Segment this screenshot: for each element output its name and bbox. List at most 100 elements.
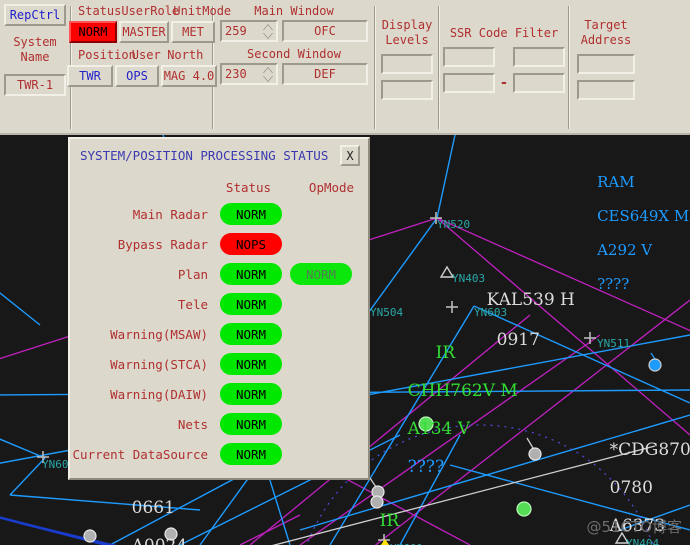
- main-window-arrows[interactable]: [260, 22, 276, 40]
- status-badge[interactable]: NORM: [220, 293, 282, 315]
- main-window-value[interactable]: 259: [222, 22, 260, 40]
- status-badge[interactable]: NORM: [220, 353, 282, 375]
- waypoint-label-yn404[interactable]: YN404: [626, 537, 659, 545]
- target-address-field-2[interactable]: [577, 80, 635, 100]
- system-name-value[interactable]: TWR-1: [4, 74, 66, 96]
- ssr-field-a1[interactable]: [442, 47, 495, 67]
- status-row-main-radar: Main Radar NORM: [70, 203, 368, 225]
- track-line: IR: [435, 343, 456, 363]
- status-badge[interactable]: NORM: [220, 263, 282, 285]
- north-value-button[interactable]: MAG 4.0: [161, 65, 217, 87]
- row-label: Warning(MSAW): [110, 326, 208, 342]
- second-window-stepper[interactable]: 230: [220, 63, 278, 85]
- status-value-button[interactable]: NORM: [69, 21, 117, 43]
- opmode-badge: [290, 293, 352, 315]
- column-header-opmode: OpMode: [308, 180, 355, 195]
- row-label: Warning(DAIW): [110, 386, 208, 402]
- system-name-label: System Name: [13, 35, 57, 64]
- second-window-value[interactable]: 230: [222, 65, 260, 83]
- track-line: A292 V: [597, 241, 653, 259]
- status-badge[interactable]: NORM: [220, 413, 282, 435]
- waypoint-label-yn403[interactable]: YN403: [452, 272, 485, 285]
- target-address-group: Target Address: [570, 0, 642, 133]
- row-label: Main Radar: [132, 206, 208, 222]
- display-levels-group: Display Levels: [376, 0, 438, 133]
- chevron-down-icon[interactable]: [263, 74, 273, 81]
- second-window-mode-button[interactable]: DEF: [282, 63, 368, 85]
- watermark: @51CTO博客: [586, 518, 682, 536]
- status-row-nets: Nets NORM: [70, 413, 368, 435]
- track-line: *CDG8707: [609, 440, 690, 460]
- user-value-button[interactable]: OPS: [115, 65, 159, 87]
- status-row-warning-msaw: Warning(MSAW) NORM: [70, 323, 368, 345]
- dialog-title-bar: SYSTEM/POSITION PROCESSING STATUS X: [70, 139, 368, 168]
- row-label: Plan: [177, 266, 208, 282]
- status-badge[interactable]: NORM: [220, 443, 282, 465]
- north-header: North: [167, 48, 204, 62]
- second-window-arrows[interactable]: [260, 65, 276, 83]
- main-window-mode-button[interactable]: OFC: [282, 20, 368, 42]
- chevron-up-icon[interactable]: [263, 24, 273, 31]
- waypoint-label-yn511[interactable]: YN511: [597, 337, 630, 350]
- position-value-button[interactable]: TWR: [67, 65, 113, 87]
- ssr-code-filter-group: SSR Code Filter -: [440, 0, 568, 133]
- display-levels-field-1[interactable]: [381, 54, 433, 74]
- opmode-badge: [290, 443, 352, 465]
- user-header: User: [131, 48, 161, 62]
- dialog-column-headers: Status OpMode: [70, 180, 368, 195]
- status-badge[interactable]: NORM: [220, 323, 282, 345]
- track-line: CES649X M: [597, 207, 690, 225]
- row-label: Warning(STCA): [110, 356, 208, 372]
- row-label: Nets: [177, 416, 208, 432]
- opmode-badge[interactable]: NORM: [290, 263, 352, 285]
- track-line: 0661: [131, 498, 175, 518]
- second-window-label: Second Window: [247, 47, 341, 61]
- dialog-title: SYSTEM/POSITION PROCESSING STATUS: [80, 148, 329, 163]
- chevron-down-icon[interactable]: [263, 31, 273, 38]
- main-window-stepper[interactable]: 259: [220, 20, 278, 42]
- track-line: A0024: [132, 536, 188, 545]
- opmode-badge: [290, 323, 352, 345]
- row-label: Bypass Radar: [117, 236, 208, 252]
- status-row-warning-daiw: Warning(DAIW) NORM: [70, 383, 368, 405]
- track-line: ????: [407, 457, 445, 477]
- track-line: RAM: [597, 173, 635, 191]
- status-row-plan: Plan NORM NORM: [70, 263, 368, 285]
- track-label-chh762v[interactable]: IR CHH762V M A134 V ????: [386, 325, 518, 496]
- track-label-ces6860[interactable]: IR CES6860 M A150 ∧: [330, 493, 455, 545]
- close-icon[interactable]: X: [340, 145, 360, 166]
- track-label-ces649x[interactable]: RAM CES649X M A292 V ????: [578, 157, 689, 310]
- track-line: CHH762V M: [407, 381, 518, 401]
- status-row-bypass-radar: Bypass Radar NOPS: [70, 233, 368, 255]
- ssr-field-b2[interactable]: [513, 73, 566, 93]
- userrole-value-button[interactable]: MASTER: [119, 21, 169, 43]
- system-position-processing-status-dialog[interactable]: SYSTEM/POSITION PROCESSING STATUS X Stat…: [68, 137, 370, 480]
- system-name-group: RepCtrl System Name TWR-1: [0, 0, 70, 133]
- track-label-unknown-a[interactable]: 0661 A0024: [110, 480, 188, 545]
- display-levels-label: Display Levels: [381, 18, 433, 47]
- waypoint-label-yn504[interactable]: YN504: [370, 306, 403, 319]
- row-label: Tele: [177, 296, 208, 312]
- ssr-code-filter-label: SSR Code Filter: [449, 26, 559, 40]
- rep-ctrl-button[interactable]: RepCtrl: [4, 4, 66, 26]
- waypoint-label-yn520[interactable]: YN520: [437, 218, 470, 231]
- chevron-up-icon[interactable]: [263, 67, 273, 74]
- track-line: ????: [597, 275, 630, 293]
- main-window-label: Main Window: [254, 4, 334, 18]
- status-header: Status: [78, 4, 122, 18]
- target-address-field-1[interactable]: [577, 54, 635, 74]
- waypoint-label-yn603[interactable]: YN603: [474, 306, 507, 319]
- opmode-badge: [290, 233, 352, 255]
- track-line: A134 V: [407, 419, 471, 439]
- status-badge[interactable]: NORM: [220, 383, 282, 405]
- ssr-field-a2[interactable]: [442, 73, 495, 93]
- status-row-warning-stca: Warning(STCA) NORM: [70, 353, 368, 375]
- row-label: Current DataSource: [72, 446, 208, 462]
- unitmode-header: UnitMode: [173, 4, 232, 18]
- display-levels-field-2[interactable]: [381, 80, 433, 100]
- opmode-badge: [290, 383, 352, 405]
- ssr-field-b1[interactable]: [512, 47, 565, 67]
- unitmode-value-button[interactable]: MET: [171, 21, 215, 43]
- status-badge[interactable]: NORM: [220, 203, 282, 225]
- status-badge[interactable]: NOPS: [220, 233, 282, 255]
